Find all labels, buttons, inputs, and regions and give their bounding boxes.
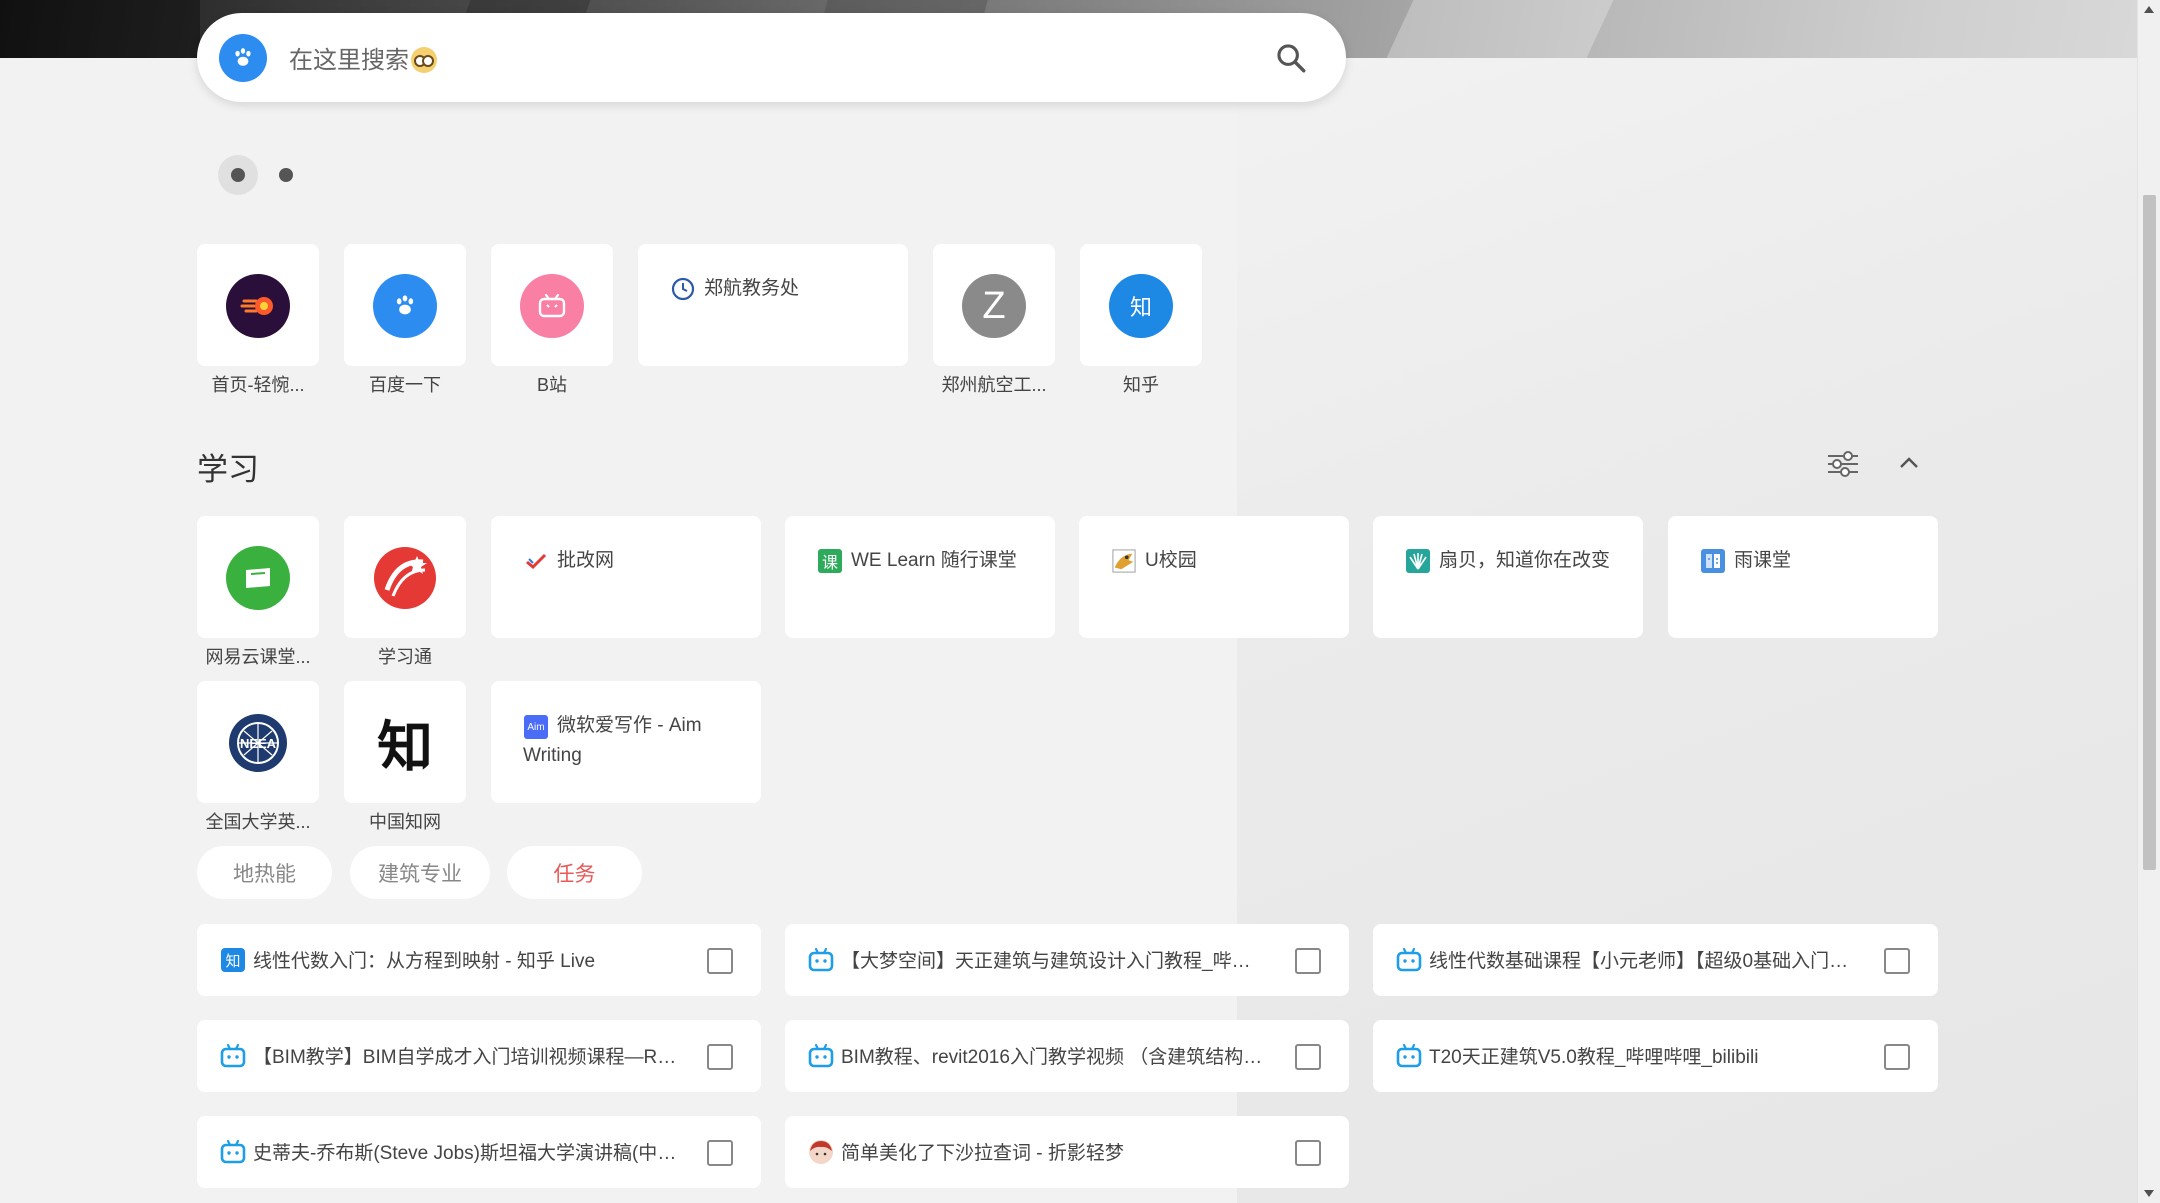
shortcut-label: 知乎 [1123,375,1159,395]
study-tile[interactable]: Aim 微软爱写作 - Aim Writing [491,681,761,803]
search-input[interactable]: 在这里搜索 [289,40,437,75]
search-bar[interactable]: 在这里搜索 [197,13,1346,102]
filter-sliders-icon[interactable] [1826,448,1860,480]
shortcut-tile[interactable] [197,244,319,366]
zhihu-icon: 知 [220,947,246,973]
bilibili-tv-icon [1396,947,1422,973]
svg-text:知: 知 [225,952,240,970]
task-text: 【大梦空间】天正建筑与建筑设计入门教程_哔哩哔... [841,951,1269,972]
bilibili-tv-icon [220,1139,246,1165]
shortcut-tile[interactable] [491,244,613,366]
search-icon[interactable] [1274,41,1308,75]
task-checkbox[interactable] [707,948,733,974]
shortcut-label: B站 [536,375,567,395]
study-tile[interactable]: 扇贝，知道你在改变 [1373,516,1643,638]
study-tile[interactable]: 批改网 [491,516,761,638]
search-placeholder: 在这里搜索 [289,47,409,74]
shanbay-icon [1406,549,1430,573]
study-label: 学习通 [378,647,432,667]
shortcut-tile[interactable]: 知 [1080,244,1202,366]
shortcut-label: 郑州航空工... [941,375,1047,395]
study-label: WE Learn 随行课堂 [851,550,1017,571]
cnki-icon: 知 [373,711,437,775]
tag-chip[interactable]: 建筑专业 [350,846,490,899]
page-dot[interactable] [266,155,306,195]
shortcut-tile[interactable]: Z [933,244,1055,366]
task-item[interactable]: 简单美化了下沙拉查词 - 折影轻梦 [785,1116,1349,1188]
scroll-thumb[interactable] [2143,195,2156,870]
netease-study-icon [226,546,290,610]
study-tile[interactable]: 雨课堂 [1668,516,1938,638]
shortcut-tile[interactable]: 郑航教务处 [638,244,908,366]
task-checkbox[interactable] [1295,948,1321,974]
xuexitong-icon [373,546,437,610]
zhihu-icon: 知 [1109,274,1173,338]
task-text: 【BIM教学】BIM自学成才入门培训视频课程—Revi... [253,1047,681,1068]
uxiaoyuan-icon [1112,549,1136,573]
study-label: 网易云课堂... [205,647,311,667]
task-item[interactable]: BIM教程、revit2016入门教学视频 （含建筑结构、... [785,1020,1349,1092]
task-checkbox[interactable] [707,1044,733,1070]
task-item[interactable]: 【BIM教学】BIM自学成才入门培训视频课程—Revi... [197,1020,761,1092]
task-checkbox[interactable] [1884,1044,1910,1070]
task-item[interactable]: 知 线性代数入门：从方程到映射 - 知乎 Live [197,924,761,996]
task-checkbox[interactable] [707,1140,733,1166]
scroll-down-arrow[interactable] [2144,1190,2154,1197]
clock-icon [671,277,695,301]
svg-text:NEEA: NEEA [240,736,277,751]
study-tile[interactable]: NEEA [197,681,319,803]
study-tile[interactable] [197,516,319,638]
pigai-check-icon [524,549,548,573]
bilibili-tv-icon [808,1043,834,1069]
task-checkbox[interactable] [1884,948,1910,974]
shortcut-tile[interactable] [344,244,466,366]
study-label: 微软爱写作 - Aim Writing [523,715,702,766]
study-tile[interactable] [344,516,466,638]
study-tile[interactable]: 知 [344,681,466,803]
task-item[interactable]: 线性代数基础课程【小元老师】【超级0基础入门】... [1373,924,1938,996]
task-text: 史蒂夫-乔布斯(Steve Jobs)斯坦福大学演讲稿(中英... [253,1143,681,1164]
bilibili-tv-icon [808,947,834,973]
task-text: 线性代数基础课程【小元老师】【超级0基础入门】... [1429,951,1858,972]
letter-z-icon: Z [962,274,1026,338]
chevron-up-icon[interactable] [1898,455,1920,471]
emoji-icon [411,47,437,73]
task-text: 简单美化了下沙拉查词 - 折影轻梦 [841,1143,1124,1164]
welearn-icon: 课 [818,549,842,573]
task-item[interactable]: 【大梦空间】天正建筑与建筑设计入门教程_哔哩哔... [785,924,1349,996]
study-label: 中国知网 [369,812,441,832]
tag-chip-active[interactable]: 任务 [507,846,642,899]
yuketang-icon [1701,549,1725,573]
task-checkbox[interactable] [1295,1044,1321,1070]
shortcut-label: 百度一下 [369,375,441,395]
study-tile[interactable]: U校园 [1079,516,1349,638]
shortcut-label: 首页-轻惋... [211,375,305,395]
study-label: 扇贝，知道你在改变 [1439,550,1611,571]
bilibili-tv-icon [220,1043,246,1069]
neea-icon: NEEA [226,711,290,775]
vertical-scrollbar[interactable] [2137,0,2160,1203]
study-label: 雨课堂 [1734,550,1792,571]
bilibili-tv-icon [1396,1043,1422,1069]
scroll-up-arrow[interactable] [2144,6,2154,13]
tag-chip[interactable]: 地热能 [197,846,332,899]
rocket-icon [226,274,290,338]
bilibili-tv-icon [520,274,584,338]
avatar-icon [808,1139,834,1165]
baidu-paw-icon[interactable] [219,34,267,82]
section-title: 学习 [197,452,259,487]
study-label: 批改网 [557,550,615,571]
task-item[interactable]: 史蒂夫-乔布斯(Steve Jobs)斯坦福大学演讲稿(中英... [197,1116,761,1188]
task-text: BIM教程、revit2016入门教学视频 （含建筑结构、... [841,1047,1269,1068]
study-label: U校园 [1145,550,1197,571]
study-label: 全国大学英... [205,812,311,832]
task-text: 线性代数入门：从方程到映射 - 知乎 Live [253,951,596,972]
task-text: T20天正建筑V5.0教程_哔哩哔哩_bilibili [1429,1047,1759,1068]
shortcut-label: 郑航教务处 [704,278,800,299]
task-item[interactable]: T20天正建筑V5.0教程_哔哩哔哩_bilibili [1373,1020,1938,1092]
page-dot[interactable] [218,155,258,195]
study-tile[interactable]: 课 WE Learn 随行课堂 [785,516,1055,638]
baidu-paw-icon [373,274,437,338]
task-checkbox[interactable] [1295,1140,1321,1166]
